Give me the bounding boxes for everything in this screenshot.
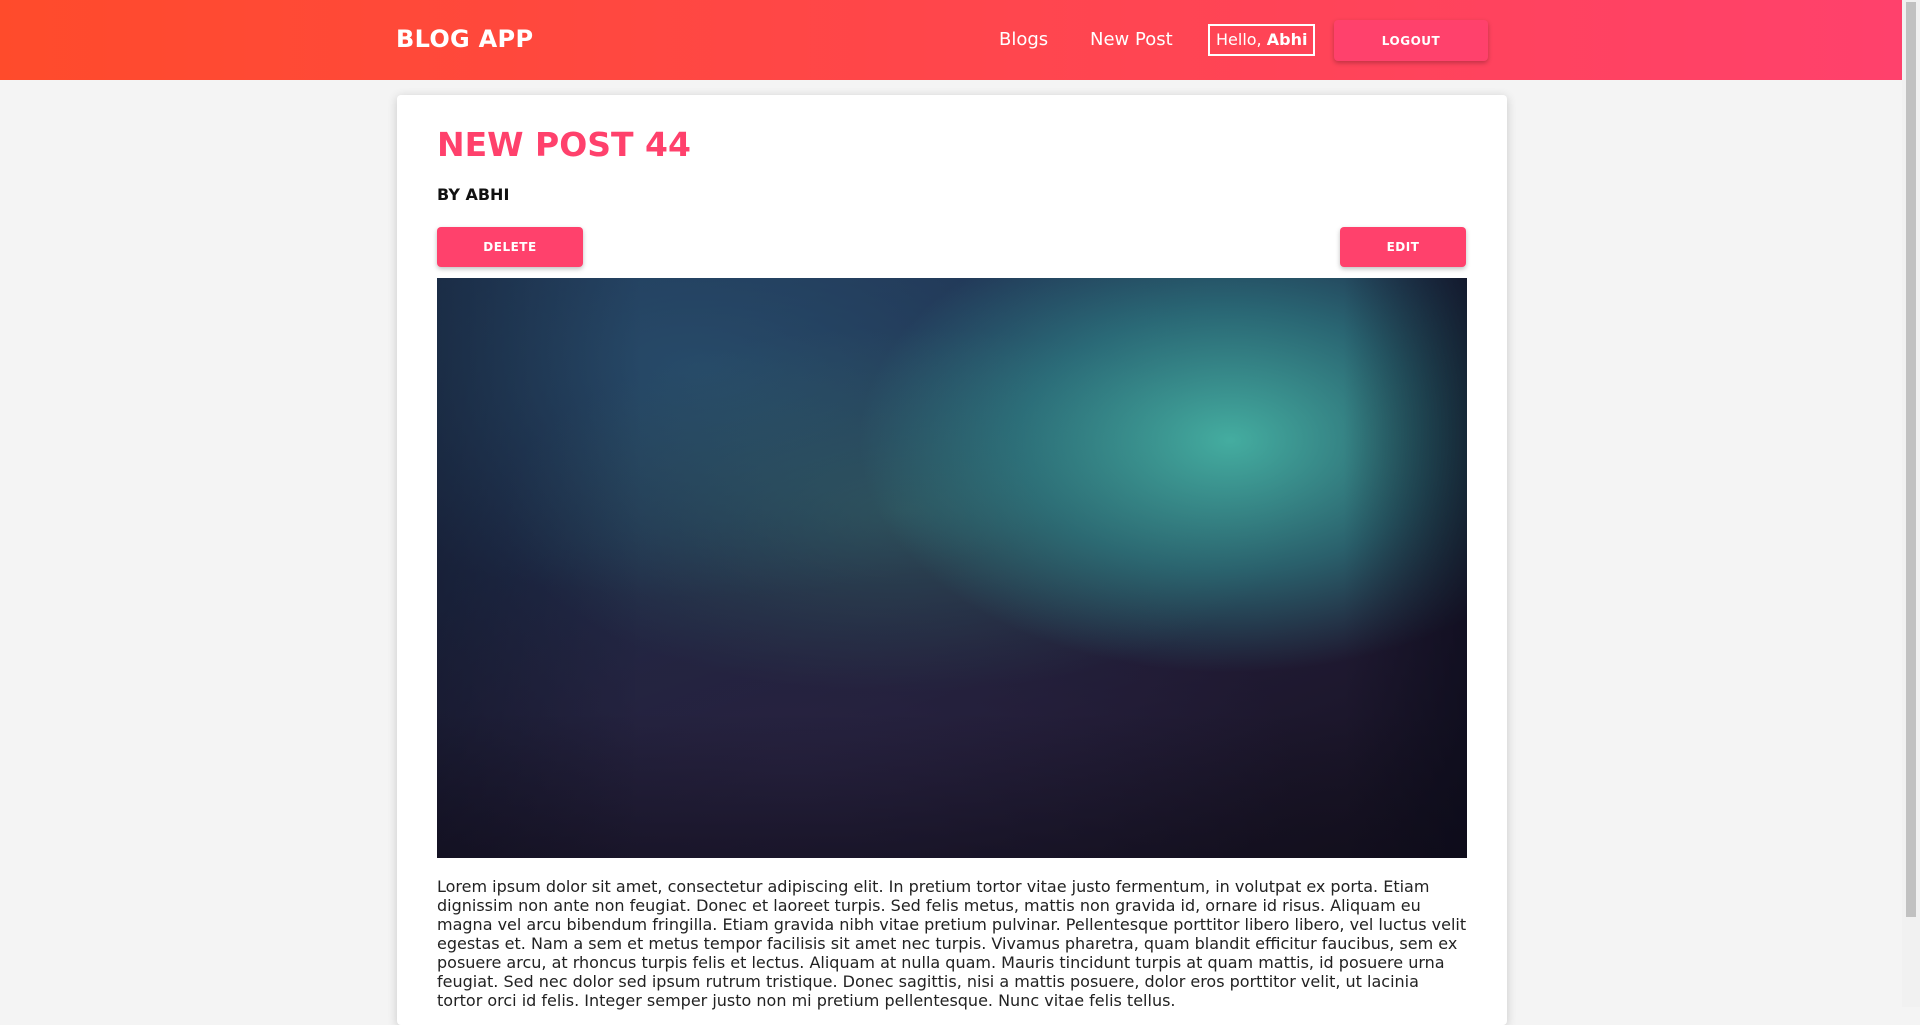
edit-button[interactable]: EDIT bbox=[1340, 227, 1466, 267]
navbar: BLOG APP Blogs New Post Hello, Abhi LOGO… bbox=[0, 0, 1902, 80]
post-body: Lorem ipsum dolor sit amet, consectetur … bbox=[437, 877, 1467, 1010]
greeting-username: Abhi bbox=[1266, 30, 1308, 49]
delete-button[interactable]: DELETE bbox=[437, 227, 583, 267]
nav-link-blogs[interactable]: Blogs bbox=[999, 29, 1048, 50]
logout-button[interactable]: LOGOUT bbox=[1334, 20, 1488, 61]
post-image bbox=[437, 278, 1467, 858]
post-card: NEW POST 44 BY ABHI DELETE EDIT Lorem ip… bbox=[397, 95, 1507, 1025]
vertical-scrollbar[interactable] bbox=[1902, 0, 1920, 1007]
scrollbar-thumb[interactable] bbox=[1906, 2, 1916, 917]
greeting-prefix: Hello, bbox=[1216, 30, 1262, 49]
nav-link-new-post[interactable]: New Post bbox=[1090, 29, 1173, 50]
post-title: NEW POST 44 bbox=[437, 125, 691, 164]
user-greeting: Hello, Abhi bbox=[1208, 24, 1316, 56]
brand-logo[interactable]: BLOG APP bbox=[396, 25, 533, 53]
post-author: BY ABHI bbox=[437, 185, 510, 204]
